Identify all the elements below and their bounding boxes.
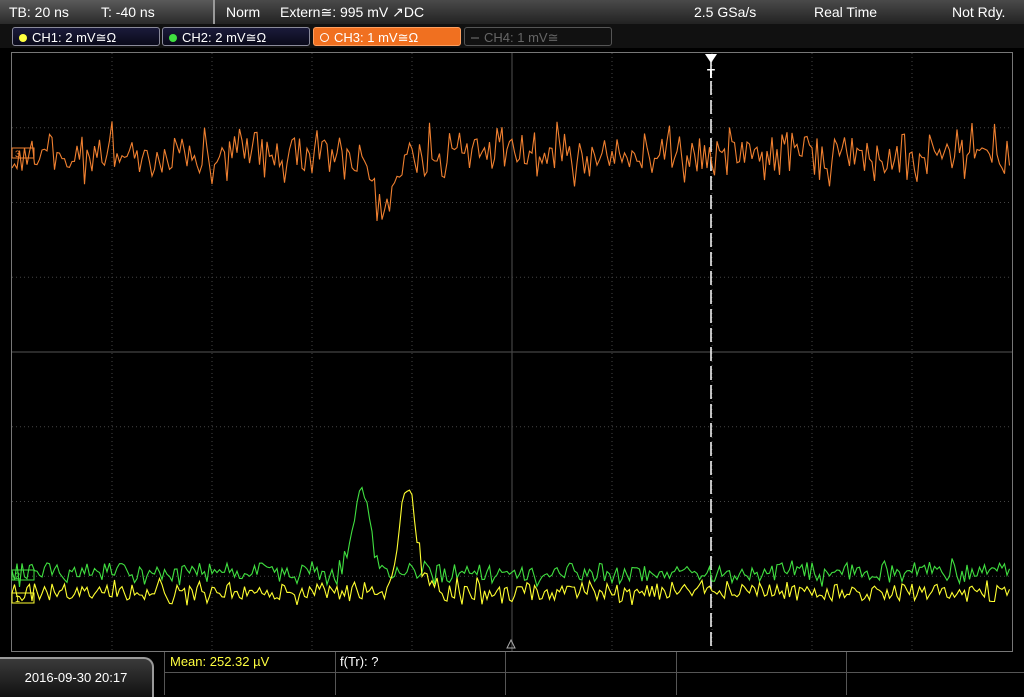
measurement-divider-4 [676,652,677,695]
measurement-divider [164,672,1024,673]
time-reference-icon [506,638,516,649]
channel-3-marker-label: 3 [15,149,20,159]
trigger-marker-label: T [707,66,715,81]
date-time-display: 2016-09-30 20:17 [0,657,154,697]
measurement-divider-5 [846,652,847,695]
channel-1-marker-label: 1 [15,594,20,604]
measurement-divider-3 [505,652,506,695]
waveform-svg[interactable]: T 3 2 1 [0,0,1024,695]
channel-2-marker-label: 2 [15,571,20,581]
mean-measurement[interactable]: Mean: 252.32 µV [170,654,269,670]
measurement-divider-2 [335,652,336,695]
measurement-divider-1 [164,652,165,695]
frequency-measurement[interactable]: f(Tr): ? [340,654,379,670]
channel-2-waveform [11,486,1011,588]
grid [12,53,1012,651]
trigger-arrow-icon [705,54,717,63]
channel-3-waveform [11,121,1011,222]
channel-1-waveform [11,489,1011,606]
